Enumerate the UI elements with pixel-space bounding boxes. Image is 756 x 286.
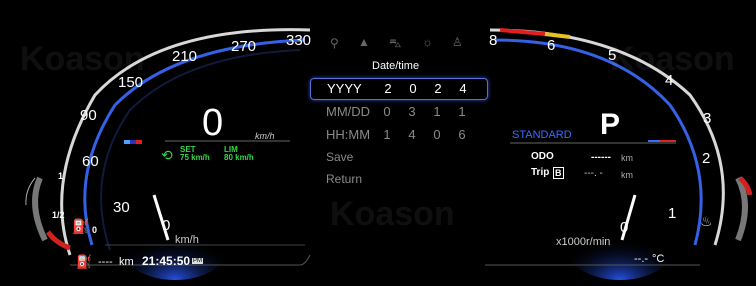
- location-icon: ⚲: [330, 36, 339, 50]
- trip-label: Trip: [531, 167, 550, 178]
- year-digit[interactable]: 2: [431, 81, 445, 96]
- instrument-cluster: Koason Koason Koason 0 30 60 90 150 210 …: [0, 0, 756, 286]
- car-icon: ⛍: [389, 36, 402, 50]
- seat-icon: ♙: [452, 35, 463, 49]
- speed-tick-label: 150: [118, 74, 144, 91]
- return-button[interactable]: Return: [326, 172, 362, 186]
- clock-time: 21:45:50: [142, 254, 191, 268]
- menu-row-label: MM/DD: [326, 104, 371, 119]
- year-digit[interactable]: 2: [381, 81, 395, 96]
- trip-unit: km: [621, 170, 633, 180]
- time-digit[interactable]: 4: [405, 127, 419, 142]
- rpm-tick-label: 4: [665, 72, 674, 89]
- menu-title: Date/time: [372, 60, 420, 72]
- rpm-tick-label: 6: [547, 37, 556, 54]
- warning-icon: ▲: [358, 35, 370, 49]
- range-value: ----: [98, 256, 113, 268]
- time-digit[interactable]: 1: [380, 127, 394, 142]
- speed-tick-label: 0: [162, 217, 171, 234]
- menu-row-label: HH:MM: [326, 127, 371, 142]
- menu-row-label: YYYY: [327, 81, 362, 96]
- coolant-temp-icon: ♨: [700, 213, 713, 229]
- odo-value: ------: [591, 152, 611, 163]
- drive-mode: STANDARD: [512, 129, 572, 141]
- temperature-unit: °C: [652, 253, 665, 265]
- year-digit[interactable]: 4: [456, 81, 470, 96]
- speed-unit: km/h: [175, 234, 199, 246]
- clock-period: PM: [192, 258, 203, 264]
- trip-value: ---. -: [584, 168, 603, 179]
- rpm-tick-label: 2: [702, 150, 711, 167]
- m-logo: [124, 140, 142, 144]
- trip-badge: B: [553, 167, 564, 179]
- temperature-value: --.-: [634, 253, 649, 265]
- range-fuel-icon: ⛽: [76, 254, 93, 269]
- lim-value: 80 km/h: [224, 153, 254, 162]
- fuel-pump-icon: ⛽: [72, 218, 90, 234]
- watermark: Koason: [330, 195, 455, 233]
- speed-unit-short: km/h: [255, 131, 275, 141]
- range-unit: km: [119, 256, 134, 268]
- speed-tick-label: 210: [172, 48, 198, 65]
- speed-value: 0: [202, 102, 224, 144]
- time-digit[interactable]: 6: [455, 127, 469, 142]
- rpm-unit: x1000r/min: [556, 236, 611, 248]
- tachometer-redline: [499, 28, 546, 36]
- year-digit[interactable]: 0: [406, 81, 420, 96]
- rpm-tick-label: 3: [703, 110, 712, 127]
- date-digit[interactable]: 3: [405, 104, 419, 119]
- speed-tick-label: 30: [113, 199, 130, 216]
- gear-indicator: P: [600, 108, 621, 141]
- fuel-empty-label: 0: [92, 225, 98, 235]
- rpm-tick-label: 5: [608, 47, 617, 64]
- odo-label: ODO: [531, 151, 554, 162]
- speed-tick-label: 90: [80, 107, 97, 124]
- fuel-half-label: 1/2: [52, 210, 65, 220]
- rpm-tick-label: 8: [489, 32, 498, 49]
- save-button[interactable]: Save: [326, 150, 353, 164]
- menu-row-date[interactable]: MM/DD 0 3 1 1: [310, 102, 486, 122]
- cruise-icon: ⟲: [161, 147, 173, 163]
- rpm-tick-label: 1: [668, 205, 677, 222]
- speed-tick-label: 330: [286, 32, 312, 49]
- date-digit[interactable]: 1: [430, 104, 444, 119]
- odo-unit: km: [621, 153, 633, 163]
- menu-row-time[interactable]: HH:MM 1 4 0 6: [310, 125, 486, 145]
- date-digit[interactable]: 1: [455, 104, 469, 119]
- speed-tick-label: 270: [231, 38, 257, 55]
- menu-row-year[interactable]: YYYY 2 0 2 4: [310, 78, 488, 100]
- rpm-tick-label: 0: [620, 219, 629, 236]
- fuel-full-label: 1: [58, 171, 64, 181]
- time-digit[interactable]: 0: [430, 127, 444, 142]
- speed-tick-label: 60: [82, 153, 99, 170]
- light-icon: ☼: [422, 35, 433, 49]
- date-digit[interactable]: 0: [380, 104, 394, 119]
- set-value: 75 km/h: [180, 153, 210, 162]
- temperature-gauge: [735, 176, 753, 242]
